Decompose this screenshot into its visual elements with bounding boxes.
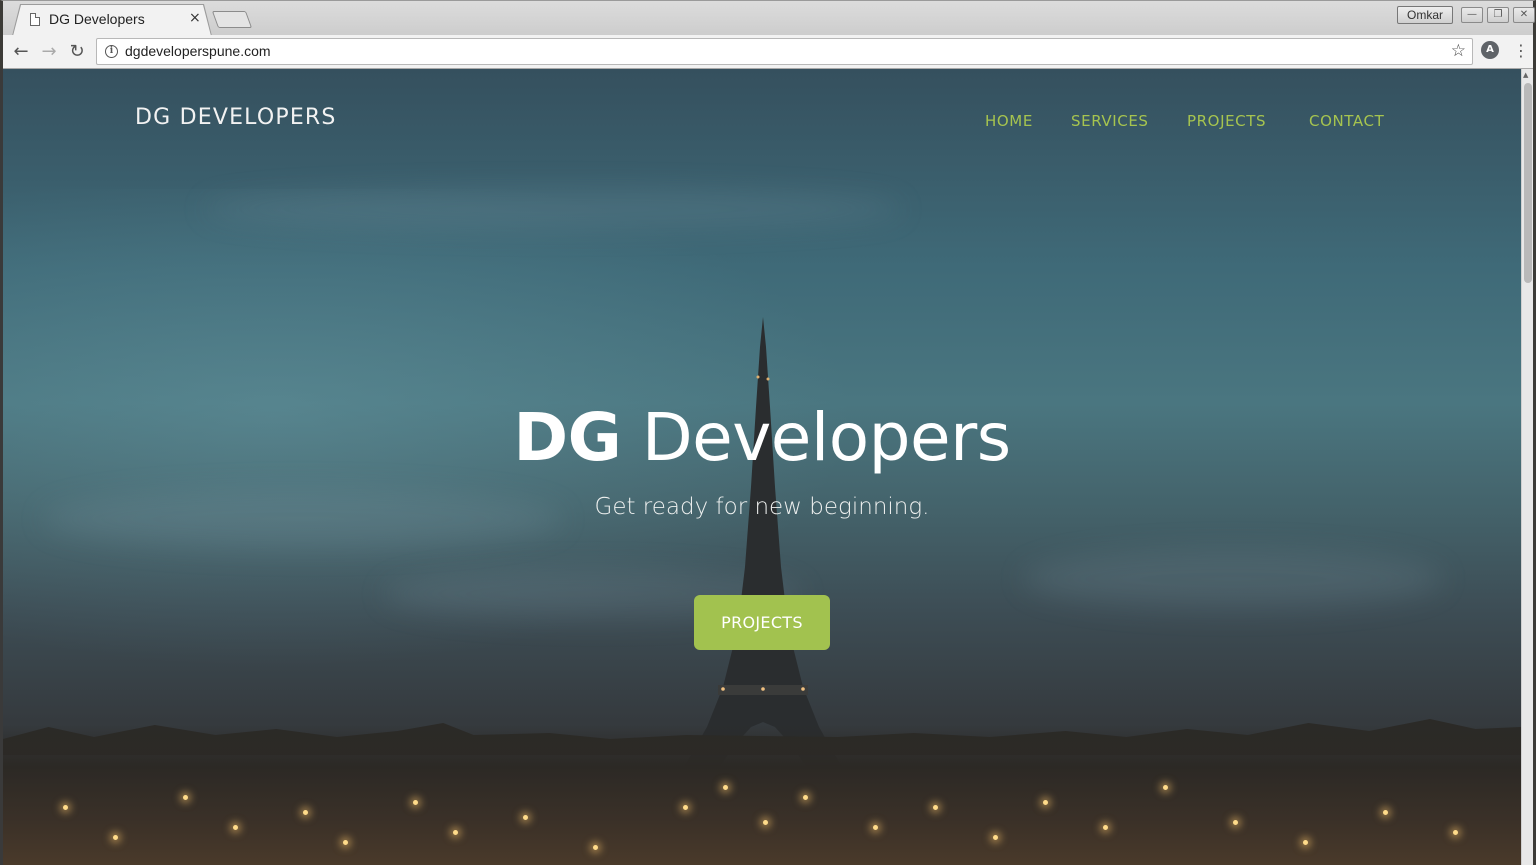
tab-title: DG Developers: [49, 11, 145, 27]
hero-subtitle: Get ready for new beginning.: [594, 494, 930, 520]
maximize-button[interactable]: ❐: [1487, 7, 1509, 23]
scroll-up-arrow-icon[interactable]: ▲: [1523, 71, 1528, 79]
city-lights: [3, 725, 1521, 865]
hero-section: DG DEVELOPERS HOME SERVICES PROJECTS CON…: [3, 69, 1521, 865]
reload-icon[interactable]: ↻: [65, 40, 89, 64]
page-scrollbar[interactable]: ▲: [1521, 69, 1533, 865]
profile-button[interactable]: Omkar: [1397, 6, 1453, 24]
scroll-thumb[interactable]: [1524, 83, 1532, 283]
forward-arrow-icon[interactable]: →: [37, 40, 61, 64]
kebab-menu-icon[interactable]: ⋮: [1513, 40, 1529, 62]
hero-title-bold: DG: [513, 399, 622, 476]
tab-close-icon[interactable]: ×: [189, 10, 201, 26]
close-window-button[interactable]: ✕: [1513, 7, 1535, 23]
nav-home[interactable]: HOME: [985, 112, 1033, 130]
hero-title-regular: Developers: [641, 399, 1011, 476]
eiffel-tower-image: [663, 311, 863, 777]
nav-contact[interactable]: CONTACT: [1309, 112, 1384, 130]
info-icon[interactable]: i: [105, 45, 118, 58]
tab-strip: DG Developers × Omkar — ❐ ✕: [0, 0, 1536, 36]
back-arrow-icon[interactable]: ←: [9, 40, 33, 64]
cloud: [1023, 549, 1443, 609]
hero-title: DG Developers: [3, 399, 1521, 476]
nav-services[interactable]: SERVICES: [1071, 112, 1149, 130]
page-icon: [30, 13, 40, 26]
tab-dg-developers[interactable]: DG Developers ×: [13, 5, 211, 36]
nav-projects[interactable]: PROJECTS: [1187, 112, 1266, 130]
site-logo[interactable]: DG DEVELOPERS: [135, 105, 337, 130]
browser-toolbar: ← → ↻ i dgdeveloperspune.com ☆ A ⋮: [3, 35, 1533, 69]
extension-icon[interactable]: A: [1481, 41, 1499, 59]
star-icon[interactable]: ☆: [1451, 41, 1466, 61]
new-tab-button[interactable]: [211, 11, 253, 28]
url-text[interactable]: dgdeveloperspune.com: [125, 43, 271, 59]
browser-chrome: DG Developers × Omkar — ❐ ✕ ← → ↻ i dgde…: [0, 0, 1536, 69]
address-bar[interactable]: i dgdeveloperspune.com ☆: [96, 38, 1473, 65]
cloud: [203, 189, 903, 229]
projects-cta-button[interactable]: PROJECTS: [694, 595, 830, 650]
minimize-button[interactable]: —: [1461, 7, 1483, 23]
